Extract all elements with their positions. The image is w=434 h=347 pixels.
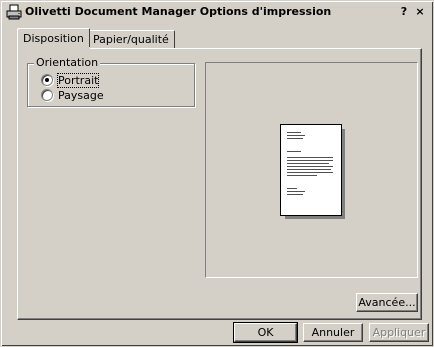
printer-icon [6, 4, 22, 20]
orientation-legend: Orientation [34, 56, 101, 69]
radio-label-paysage: Paysage [58, 88, 104, 102]
apply-button-label: Appliquer [372, 326, 426, 339]
tab-label: Papier/qualité [93, 33, 169, 46]
tab-papier-qualite[interactable]: Papier/qualité [87, 30, 175, 48]
ok-button[interactable]: OK [233, 322, 298, 343]
advanced-button-label: Avancée... [358, 296, 416, 309]
tab-label: Disposition [23, 32, 84, 45]
cancel-button-label: Annuler [311, 326, 355, 339]
apply-button[interactable]: Appliquer [369, 323, 429, 342]
radio-selected-dot [45, 78, 49, 82]
radio-button[interactable] [41, 74, 53, 86]
radio-label-portrait: Portrait [56, 72, 100, 88]
radio-button[interactable] [41, 89, 53, 101]
cancel-button[interactable]: Annuler [303, 323, 363, 342]
portrait-page-icon [280, 124, 342, 216]
radio-portrait[interactable]: Portrait [41, 72, 100, 88]
window-title: Olivetti Document Manager Options d'impr… [25, 5, 332, 18]
help-button[interactable]: ? [397, 5, 411, 18]
radio-paysage[interactable]: Paysage [41, 88, 104, 102]
print-options-dialog: Olivetti Document Manager Options d'impr… [0, 0, 434, 347]
advanced-button[interactable]: Avancée... [356, 293, 418, 312]
tab-disposition[interactable]: Disposition [17, 28, 90, 50]
ok-button-label: OK [257, 326, 274, 339]
title-bar[interactable]: Olivetti Document Manager Options d'impr… [3, 3, 431, 21]
close-button[interactable]: × [413, 5, 427, 18]
